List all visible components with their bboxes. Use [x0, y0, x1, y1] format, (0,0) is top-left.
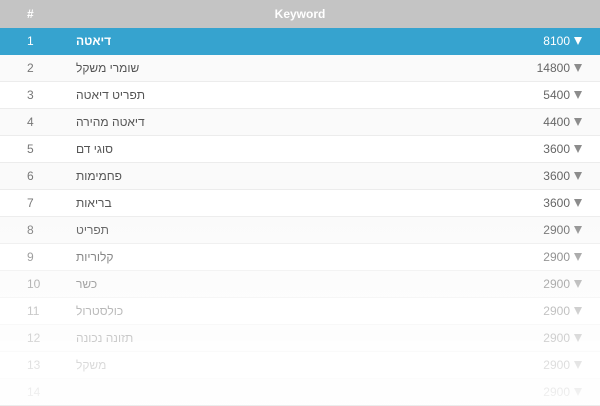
row-volume: 3600: [543, 142, 570, 156]
column-header-keyword[interactable]: Keyword: [0, 0, 600, 28]
table-row[interactable]: 14 2900: [0, 379, 600, 406]
caret-down-icon[interactable]: [574, 91, 582, 99]
caret-down-icon[interactable]: [574, 37, 582, 45]
row-volume: 5400: [543, 88, 570, 102]
row-number: 1: [27, 34, 34, 48]
keyword-table: # Keyword 1 דיאטה 8100 2 שומרי משקל 1480…: [0, 0, 600, 406]
row-volume: 2900: [543, 304, 570, 318]
row-number: 6: [27, 169, 34, 183]
row-keyword: סוגי דם: [76, 142, 113, 156]
table-body: 1 דיאטה 8100 2 שומרי משקל 14800 3 תפריט …: [0, 28, 600, 406]
table-row[interactable]: 4 דיאטה מהירה 4400: [0, 109, 600, 136]
caret-down-icon[interactable]: [574, 361, 582, 369]
row-volume: 2900: [543, 223, 570, 237]
caret-down-icon[interactable]: [574, 64, 582, 72]
table-row[interactable]: 7 בריאות 3600: [0, 190, 600, 217]
caret-down-icon[interactable]: [574, 199, 582, 207]
row-number: 14: [27, 385, 41, 399]
row-keyword: דיאטה: [76, 34, 112, 48]
row-number: 2: [27, 61, 34, 75]
row-number: 13: [27, 358, 41, 372]
row-volume: 2900: [543, 250, 570, 264]
row-keyword: קלוריות: [76, 250, 114, 264]
row-keyword: כשר: [76, 277, 98, 291]
row-volume: 4400: [543, 115, 570, 129]
row-volume: 3600: [543, 169, 570, 183]
row-number: 5: [27, 142, 34, 156]
row-volume: 2900: [543, 331, 570, 345]
table-row[interactable]: 12 תזונה נכונה 2900: [0, 325, 600, 352]
table-row[interactable]: 2 שומרי משקל 14800: [0, 55, 600, 82]
caret-down-icon[interactable]: [574, 334, 582, 342]
table-row[interactable]: 1 דיאטה 8100: [0, 28, 600, 55]
row-number: 12: [27, 331, 41, 345]
row-keyword: שומרי משקל: [76, 61, 140, 75]
row-volume: 8100: [543, 34, 570, 48]
caret-down-icon[interactable]: [574, 172, 582, 180]
row-volume: 14800: [536, 61, 570, 75]
row-number: 8: [27, 223, 34, 237]
caret-down-icon[interactable]: [574, 118, 582, 126]
table-row[interactable]: 9 קלוריות 2900: [0, 244, 600, 271]
caret-down-icon[interactable]: [574, 226, 582, 234]
row-number: 11: [27, 304, 40, 318]
caret-down-icon[interactable]: [574, 145, 582, 153]
row-keyword: בריאות: [76, 196, 112, 210]
row-number: 4: [27, 115, 34, 129]
caret-down-icon[interactable]: [574, 388, 582, 396]
row-keyword: כולסטרול: [76, 304, 124, 318]
row-keyword: תזונה נכונה: [76, 331, 134, 345]
row-number: 3: [27, 88, 34, 102]
row-keyword: דיאטה מהירה: [76, 115, 145, 129]
table-row[interactable]: 13 משקל 2900: [0, 352, 600, 379]
row-volume: 2900: [543, 385, 570, 399]
row-number: 10: [27, 277, 41, 291]
table-row[interactable]: 6 פחמימות 3600: [0, 163, 600, 190]
row-keyword: משקל: [76, 358, 107, 372]
row-keyword: תפריט דיאטה: [76, 88, 146, 102]
row-volume: 3600: [543, 196, 570, 210]
caret-down-icon[interactable]: [574, 307, 582, 315]
caret-down-icon[interactable]: [574, 280, 582, 288]
row-number: 7: [27, 196, 34, 210]
row-number: 9: [27, 250, 34, 264]
table-row[interactable]: 10 כשר 2900: [0, 271, 600, 298]
row-keyword: תפריט: [76, 223, 109, 237]
table-row[interactable]: 11 כולסטרול 2900: [0, 298, 600, 325]
row-keyword: פחמימות: [76, 169, 122, 183]
table-row[interactable]: 3 תפריט דיאטה 5400: [0, 82, 600, 109]
table-row[interactable]: 5 סוגי דם 3600: [0, 136, 600, 163]
row-volume: 2900: [543, 358, 570, 372]
caret-down-icon[interactable]: [574, 253, 582, 261]
table-row[interactable]: 8 תפריט 2900: [0, 217, 600, 244]
table-header: # Keyword: [0, 0, 600, 28]
row-volume: 2900: [543, 277, 570, 291]
